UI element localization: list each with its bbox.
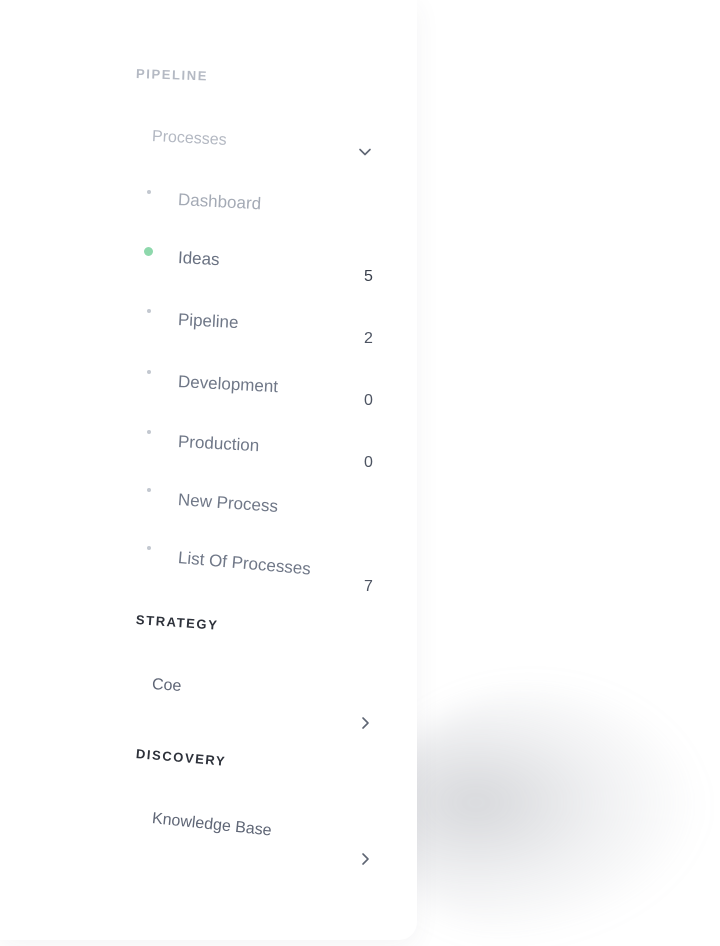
nav-item-count: 2 xyxy=(364,330,373,347)
status-dot xyxy=(147,546,151,550)
nav-item-label: Ideas xyxy=(177,248,221,270)
nav-item-label: Knowledge Base xyxy=(151,810,273,840)
chevron-right-icon xyxy=(358,852,372,866)
nav-item-label: Coe xyxy=(151,676,182,696)
nav-item-ideas[interactable]: Ideas 5 xyxy=(140,242,380,290)
chevron-right-icon xyxy=(358,716,372,730)
section-title-discovery: DISCOVERY xyxy=(135,746,227,769)
chevron-down-icon xyxy=(358,145,372,159)
nav-item-count: 0 xyxy=(364,392,373,409)
status-dot xyxy=(147,488,151,492)
group-processes[interactable]: Processes xyxy=(148,122,378,158)
nav-item-label: List Of Processes xyxy=(177,548,312,579)
nav-item-new-process[interactable]: New Process xyxy=(140,484,380,524)
nav-item-label: Pipeline xyxy=(177,310,239,333)
nav-item-label: Production xyxy=(177,432,260,456)
group-processes-label: Processes xyxy=(151,128,228,149)
nav-item-knowledge-base[interactable]: Knowledge Base xyxy=(148,804,380,872)
nav-item-count: 5 xyxy=(364,268,373,285)
nav-item-production[interactable]: Production 0 xyxy=(140,426,380,474)
nav-item-development[interactable]: Development 0 xyxy=(140,366,380,414)
nav-item-pipeline[interactable]: Pipeline 2 xyxy=(140,304,380,352)
nav-item-dashboard[interactable]: Dashboard xyxy=(140,184,380,220)
section-title-pipeline: PIPELINE xyxy=(135,66,209,84)
sidebar-panel: PIPELINE Processes Dashboard Ideas 5 Pip… xyxy=(0,0,417,940)
nav-item-list-of-processes[interactable]: List Of Processes 7 xyxy=(140,542,380,600)
nav-item-count: 7 xyxy=(364,578,373,595)
active-status-dot xyxy=(144,247,153,256)
app-stage: PIPELINE Processes Dashboard Ideas 5 Pip… xyxy=(0,0,720,946)
nav-item-count: 0 xyxy=(364,454,373,471)
panel-shadow xyxy=(380,690,700,940)
status-dot xyxy=(147,430,151,434)
nav-item-label: Dashboard xyxy=(177,190,262,214)
status-dot xyxy=(147,190,151,194)
nav-item-coe[interactable]: Coe xyxy=(148,670,380,734)
section-title-strategy: STRATEGY xyxy=(135,612,219,633)
nav-item-label: New Process xyxy=(177,490,279,516)
status-dot xyxy=(147,370,151,374)
status-dot xyxy=(147,309,151,313)
nav-item-label: Development xyxy=(177,372,279,397)
